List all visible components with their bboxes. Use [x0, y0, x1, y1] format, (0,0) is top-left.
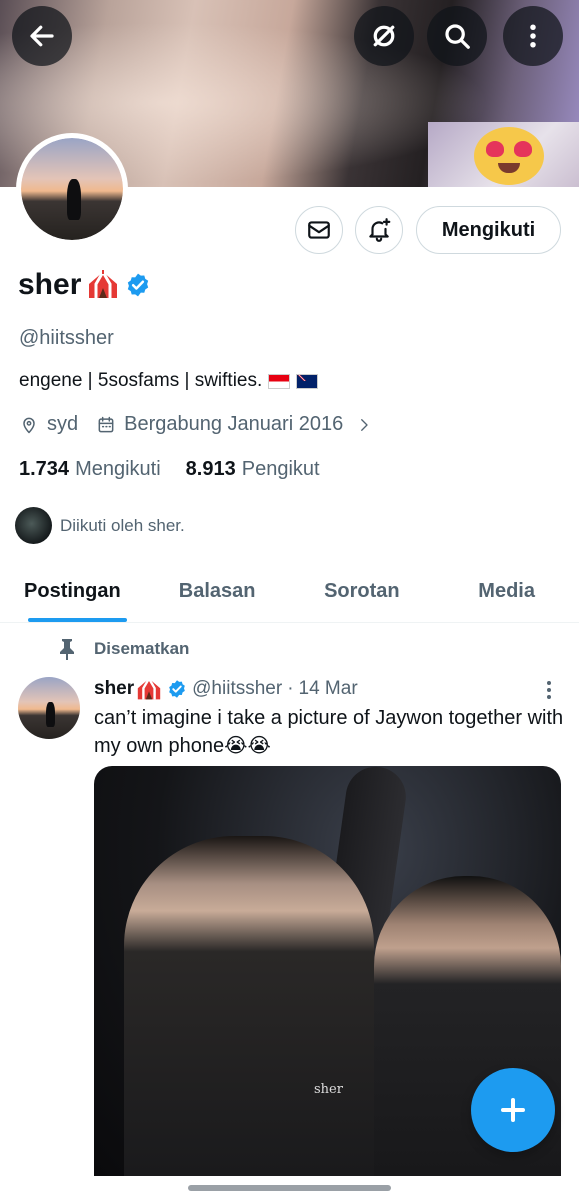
profile-name: sher: [18, 268, 82, 301]
tweet-more-button[interactable]: [540, 679, 558, 701]
notifications-button[interactable]: [355, 206, 403, 254]
envelope-icon: [308, 221, 330, 239]
followed-by-text: Diikuti oleh sher.: [60, 515, 185, 535]
pinned-label: Disematkan: [94, 639, 190, 658]
message-button[interactable]: [295, 206, 343, 254]
profile-tabs: Postingan Balasan Sorotan Media: [0, 560, 579, 623]
tweet-separator: ·: [287, 678, 294, 699]
back-button[interactable]: [12, 6, 72, 66]
plus-icon: [501, 1098, 525, 1122]
verified-badge-icon[interactable]: [125, 272, 151, 298]
compose-button[interactable]: [471, 1068, 555, 1152]
following-button[interactable]: Mengikuti: [416, 206, 561, 254]
arrow-left-icon: [30, 25, 54, 47]
tweet-author-name[interactable]: sher: [94, 677, 162, 701]
heart-eyes-emoji-icon: [474, 127, 544, 185]
australia-flag-icon: [296, 373, 319, 389]
indonesia-flag-icon: [268, 373, 291, 389]
profile-joined: Bergabung Januari 2016: [124, 413, 344, 435]
followed-by-row[interactable]: Diikuti oleh sher.: [15, 507, 185, 544]
circus-tent-emoji-icon: [89, 270, 118, 298]
followers-count-link[interactable]: 8.913 Pengikut: [186, 458, 320, 481]
performer-left: [124, 836, 374, 1176]
profile-avatar[interactable]: [16, 133, 128, 245]
bell-plus-icon: [369, 218, 391, 242]
more-options-button[interactable]: [503, 6, 563, 66]
following-count-link[interactable]: 1.734 Mengikuti: [19, 458, 161, 481]
profile-bio: engene | 5sosfams | swifties.: [19, 370, 319, 392]
profile-location: syd: [47, 413, 79, 435]
profile-handle: @hiitssher: [19, 327, 114, 349]
profile-meta: syd Bergabung Januari 2016: [19, 413, 373, 436]
calendar-icon: [98, 416, 114, 432]
follower-avatar: [15, 507, 52, 544]
tab-replies[interactable]: Balasan: [145, 560, 290, 622]
circus-tent-emoji-icon: [137, 677, 161, 700]
search-button[interactable]: [427, 6, 487, 66]
search-icon: [445, 24, 470, 49]
follow-counts: 1.734 Mengikuti 8.913 Pengikut: [19, 458, 320, 481]
tab-media[interactable]: Media: [434, 560, 579, 622]
pin-icon: [60, 639, 74, 660]
tweet-date[interactable]: 14 Mar: [299, 678, 358, 700]
tweet-author-handle: @hiitssher: [192, 678, 283, 699]
bio-text: engene | 5sosfams | swifties.: [19, 370, 263, 391]
pinned-indicator: Disematkan: [58, 638, 189, 660]
tweet-header: sher @hiitssher · 14 Mar: [94, 677, 358, 701]
more-vertical-icon: [530, 24, 536, 48]
tweet-text: can’t imagine i take a picture of Jaywon…: [94, 707, 564, 757]
chevron-right-icon[interactable]: [355, 416, 373, 434]
home-indicator[interactable]: [188, 1185, 391, 1191]
verified-badge-icon: [169, 680, 185, 698]
tab-highlights[interactable]: Sorotan: [290, 560, 435, 622]
tweet-author-avatar[interactable]: [18, 677, 80, 739]
tab-posts[interactable]: Postingan: [0, 560, 145, 622]
profile-name-row: sher: [18, 268, 151, 302]
grok-button[interactable]: [354, 6, 414, 66]
grok-icon: [373, 25, 395, 47]
media-watermark: sher: [314, 1082, 343, 1097]
location-pin-icon: [23, 417, 35, 433]
